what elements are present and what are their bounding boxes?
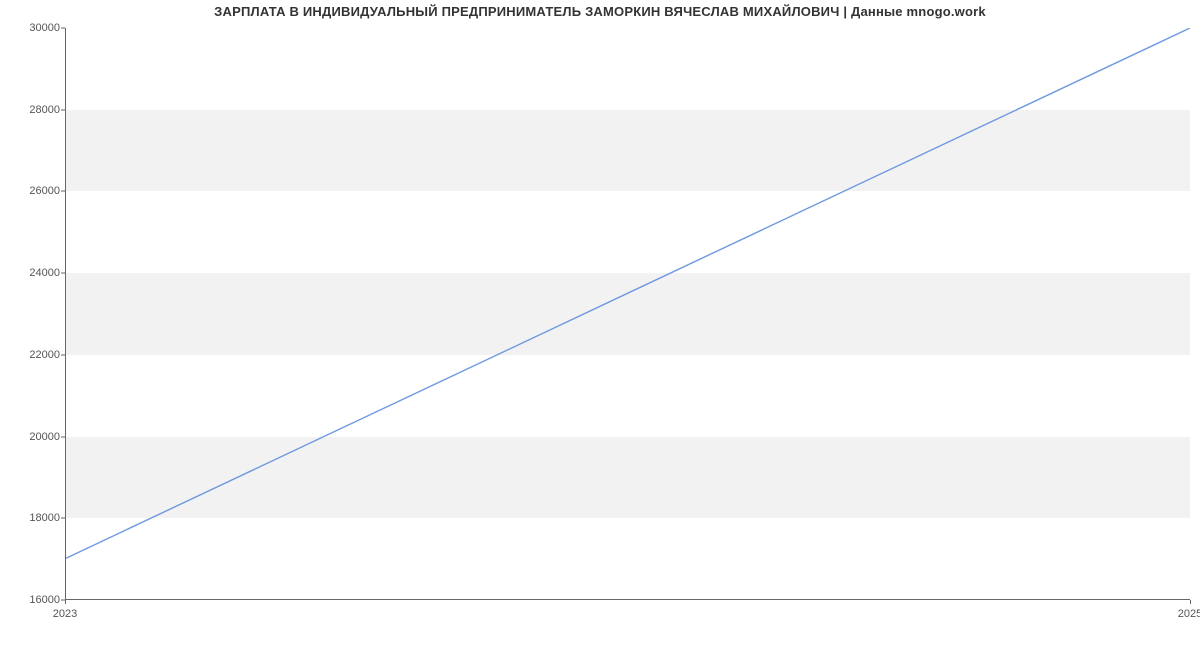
y-tick-mark [61,273,65,274]
x-tick-mark [1190,600,1191,604]
y-tick-mark [61,354,65,355]
y-tick-mark [61,109,65,110]
y-tick-label: 18000 [5,512,60,524]
y-tick-label: 16000 [5,594,60,606]
y-tick-label: 28000 [5,104,60,116]
x-tick-label: 2023 [53,608,77,620]
chart-title: ЗАРПЛАТА В ИНДИВИДУАЛЬНЫЙ ПРЕДПРИНИМАТЕЛ… [0,4,1200,19]
y-tick-label: 24000 [5,267,60,279]
y-tick-mark [61,28,65,29]
x-tick-label: 2025 [1178,608,1200,620]
y-tick-label: 26000 [5,185,60,197]
y-tick-mark [61,191,65,192]
chart-container: ЗАРПЛАТА В ИНДИВИДУАЛЬНЫЙ ПРЕДПРИНИМАТЕЛ… [0,0,1200,650]
plot-area [65,28,1190,600]
y-tick-mark [61,518,65,519]
y-tick-mark [61,436,65,437]
line-series [66,28,1190,599]
y-tick-label: 20000 [5,431,60,443]
y-tick-label: 30000 [5,22,60,34]
y-tick-label: 22000 [5,349,60,361]
x-tick-mark [65,600,66,604]
series-line [66,28,1190,558]
